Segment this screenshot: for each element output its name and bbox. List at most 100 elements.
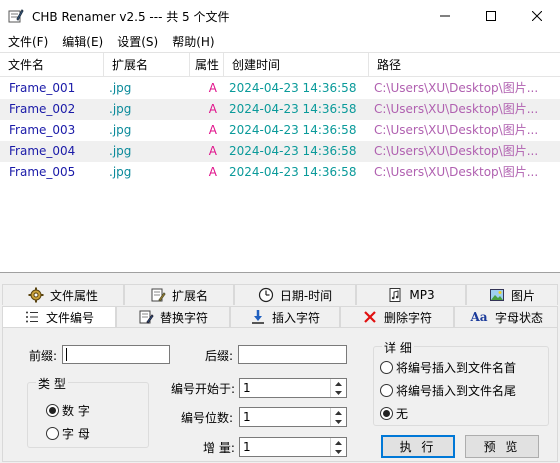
tab-picture[interactable]: 图片 <box>466 284 558 305</box>
title-bar: CHB Renamer v2.5 --- 共 5 个文件 <box>0 0 560 32</box>
menu-edit[interactable]: 编辑(E) <box>55 32 110 52</box>
tab-replace-chars[interactable]: 替换字符 <box>116 306 230 327</box>
cell-path: C:\Users\XU\Desktop\图片... <box>374 81 539 95</box>
app-icon <box>8 9 24 23</box>
radio-label: 将编号插入到文件名尾 <box>396 384 517 398</box>
picture-icon <box>489 289 504 301</box>
cell-name: Frame_003 <box>9 123 76 137</box>
tab-label: 字母状态 <box>494 310 543 325</box>
table-row[interactable]: Frame_002 .jpg A 2024-04-23 14:36:58 C:\… <box>0 99 560 120</box>
cell-time: 2024-04-23 14:36:58 <box>229 144 357 158</box>
execute-button[interactable]: 执 行 <box>381 435 455 458</box>
gear-icon <box>28 287 44 303</box>
insert-arrow-icon <box>251 310 264 324</box>
replace-icon <box>139 310 154 324</box>
file-list[interactable]: 文件名 扩展名 属性 创建时间 路径 Frame_001 .jpg A 2024… <box>0 52 560 272</box>
tab-insert-chars[interactable]: 插入字符 <box>230 306 340 327</box>
chevron-down-icon[interactable] <box>331 388 346 397</box>
tab-file-attributes[interactable]: 文件属性 <box>2 284 124 305</box>
column-header-ext[interactable]: 扩展名 <box>104 53 190 77</box>
menu-file[interactable]: 文件(F) <box>0 32 55 52</box>
radio-label: 字 母 <box>62 427 90 441</box>
tab-label: 删除字符 <box>383 310 432 325</box>
prefix-input[interactable] <box>62 345 170 364</box>
start-value: 1 <box>243 381 251 395</box>
chevron-up-icon[interactable] <box>331 379 346 388</box>
type-group: 类 型 数 字 字 母 <box>27 375 149 448</box>
cell-name: Frame_005 <box>9 165 76 179</box>
radio-label: 将编号插入到文件名首 <box>396 361 517 375</box>
radio-label: 数 字 <box>62 404 90 418</box>
type-number-radio[interactable]: 数 字 <box>46 402 90 419</box>
menu-help[interactable]: 帮助(H) <box>165 32 221 52</box>
cell-name: Frame_004 <box>9 144 76 158</box>
radio-dot <box>380 407 393 420</box>
numbered-list-icon <box>25 311 38 323</box>
text-cursor <box>66 348 67 361</box>
maximize-icon <box>486 11 496 21</box>
tab-label: 图片 <box>510 288 535 303</box>
suffix-input[interactable] <box>238 345 347 364</box>
digits-stepper[interactable]: 1 <box>239 407 347 427</box>
tab-label: 日期-时间 <box>279 288 333 303</box>
stepper-arrows[interactable] <box>330 408 346 426</box>
step-stepper[interactable]: 1 <box>239 437 347 457</box>
start-stepper[interactable]: 1 <box>239 378 347 398</box>
stepper-arrows[interactable] <box>330 438 346 456</box>
cell-time: 2024-04-23 14:36:58 <box>229 165 357 179</box>
chevron-down-icon[interactable] <box>331 417 346 426</box>
tab-mp3[interactable]: MP3 <box>356 284 466 305</box>
table-row[interactable]: Frame_005 .jpg A 2024-04-23 14:36:58 C:\… <box>0 162 560 183</box>
menu-settings[interactable]: 设置(S) <box>110 32 165 52</box>
suffix-label: 后缀: <box>205 349 234 363</box>
insert-at-start-radio[interactable]: 将编号插入到文件名首 <box>380 359 516 376</box>
cell-ext: .jpg <box>109 144 132 158</box>
column-header-path[interactable]: 路径 <box>369 53 560 77</box>
insert-none-radio[interactable]: 无 <box>380 405 408 422</box>
column-header-time[interactable]: 创建时间 <box>224 53 369 77</box>
cell-ext: .jpg <box>109 165 132 179</box>
chevron-up-icon[interactable] <box>331 438 346 447</box>
detail-group-title: 详 细 <box>382 339 414 356</box>
tab-label: 文件属性 <box>49 288 98 303</box>
minimize-button[interactable] <box>422 0 468 32</box>
radio-dot <box>380 384 393 397</box>
list-header: 文件名 扩展名 属性 创建时间 路径 <box>0 53 560 77</box>
tab-label: 扩展名 <box>171 288 208 303</box>
insert-at-end-radio[interactable]: 将编号插入到文件名尾 <box>380 382 516 399</box>
cell-path: C:\Users\XU\Desktop\图片... <box>374 165 539 179</box>
detail-group: 详 细 将编号插入到文件名首 将编号插入到文件名尾 无 <box>373 339 549 426</box>
cell-attr: A <box>208 123 217 137</box>
tab-extension[interactable]: 扩展名 <box>124 284 234 305</box>
radio-label: 无 <box>396 407 409 421</box>
cell-path: C:\Users\XU\Desktop\图片... <box>374 123 539 137</box>
chevron-down-icon[interactable] <box>331 447 346 456</box>
preview-button[interactable]: 预 览 <box>465 435 539 458</box>
cell-ext: .jpg <box>109 123 132 137</box>
tab-label: 替换字符 <box>159 310 208 325</box>
cell-attr: A <box>208 144 217 158</box>
close-icon <box>532 11 542 21</box>
table-row[interactable]: Frame_004 .jpg A 2024-04-23 14:36:58 C:\… <box>0 141 560 162</box>
table-row[interactable]: Frame_001 .jpg A 2024-04-23 14:36:58 C:\… <box>0 78 560 99</box>
cell-attr: A <box>208 81 217 95</box>
tab-date-time[interactable]: 日期-时间 <box>234 284 356 305</box>
chevron-up-icon[interactable] <box>331 408 346 417</box>
type-letter-radio[interactable]: 字 母 <box>46 425 90 442</box>
delete-x-icon <box>364 311 376 323</box>
radio-dot <box>46 427 59 440</box>
stepper-arrows[interactable] <box>330 379 346 397</box>
close-button[interactable] <box>514 0 560 32</box>
tab-row-2: 文件编号 替换字符 插入字符 删除字符 Aa 字母状态 <box>2 306 558 327</box>
tab-label: 文件编号 <box>45 310 94 325</box>
minimize-icon <box>440 15 450 17</box>
column-header-name[interactable]: 文件名 <box>0 53 104 77</box>
column-header-attr[interactable]: 属性 <box>190 53 224 77</box>
tab-file-numbering[interactable]: 文件编号 <box>2 306 116 327</box>
tab-delete-chars[interactable]: 删除字符 <box>340 306 454 327</box>
step-label: 增 量: <box>203 441 235 455</box>
tab-letter-case[interactable]: Aa 字母状态 <box>454 306 558 327</box>
maximize-button[interactable] <box>468 0 514 32</box>
cell-time: 2024-04-23 14:36:58 <box>229 123 357 137</box>
table-row[interactable]: Frame_003 .jpg A 2024-04-23 14:36:58 C:\… <box>0 120 560 141</box>
